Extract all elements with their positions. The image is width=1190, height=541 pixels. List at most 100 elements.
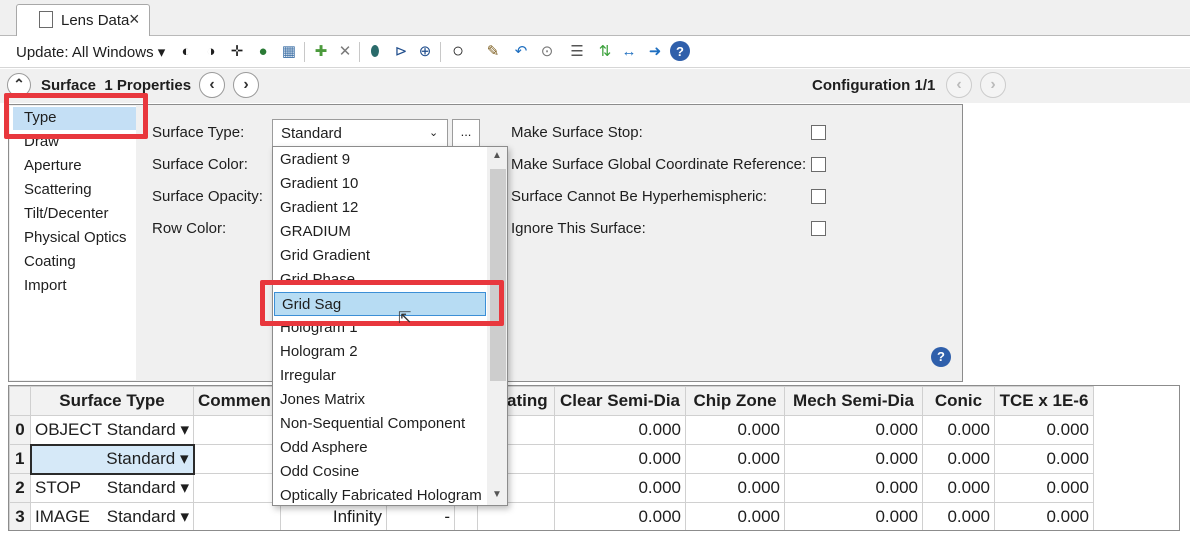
- aperture-icon[interactable]: ○: [447, 40, 469, 62]
- column-header[interactable]: Conic: [922, 386, 995, 416]
- surface-type-value[interactable]: Standard ▾: [107, 507, 189, 527]
- conic-cell[interactable]: 0.000: [922, 473, 995, 503]
- mirror-icon[interactable]: ⊕: [414, 40, 436, 62]
- dropdown-item[interactable]: Hologram 2: [273, 340, 487, 364]
- sidebar-item-import[interactable]: Import: [24, 277, 67, 294]
- globe-icon[interactable]: ●: [252, 40, 274, 62]
- sidebar-item-coating[interactable]: Coating: [24, 253, 76, 270]
- notes-icon[interactable]: ☰: [566, 40, 588, 62]
- comment-cell[interactable]: [193, 444, 281, 474]
- refresh-icon[interactable]: ◐: [175, 40, 197, 62]
- mech-semi-dia-cell[interactable]: 0.000: [784, 473, 923, 503]
- mech-semi-dia-cell[interactable]: 0.000: [784, 444, 923, 474]
- dropdown-item[interactable]: Grid Gradient: [273, 244, 487, 268]
- surface-type-value[interactable]: Standard ▾: [107, 478, 189, 498]
- dropdown-item[interactable]: Gradient 12: [273, 196, 487, 220]
- conic-cell[interactable]: 0.000: [922, 502, 995, 530]
- column-header[interactable]: Chip Zone: [685, 386, 785, 416]
- surface-type-cell[interactable]: STOP Standard ▾: [30, 473, 194, 503]
- sidebar-item-scattering[interactable]: Scattering: [24, 181, 92, 198]
- dropdown-item[interactable]: GRADIUM: [273, 220, 487, 244]
- surface-type-value[interactable]: Standard ▾: [106, 449, 188, 469]
- tab-lens-data[interactable]: Lens Data ×: [16, 4, 150, 36]
- link-icon[interactable]: ↔: [618, 40, 640, 62]
- dropdown-item[interactable]: Jones Matrix: [273, 388, 487, 412]
- tce-cell[interactable]: 0.000: [994, 473, 1094, 503]
- coating-cell[interactable]: [477, 502, 555, 530]
- dropdown-item[interactable]: Odd Asphere: [273, 436, 487, 460]
- dropdown-item[interactable]: Optically Fabricated Hologram: [273, 484, 487, 505]
- dropdown-item[interactable]: Gradient 9: [273, 148, 487, 172]
- next-config-button[interactable]: ›: [980, 72, 1006, 98]
- dropdown-item[interactable]: Non-Sequential Component: [273, 412, 487, 436]
- comment-cell[interactable]: [193, 415, 281, 445]
- tce-cell[interactable]: 0.000: [994, 415, 1094, 445]
- scroll-down-icon[interactable]: ▼: [492, 489, 502, 500]
- clear-semi-dia-cell[interactable]: 0.000: [554, 473, 686, 503]
- pencil-icon[interactable]: ✎: [482, 40, 504, 62]
- chip-zone-cell[interactable]: 0.000: [685, 502, 785, 530]
- surface-type-cell[interactable]: Standard ▾: [29, 443, 195, 475]
- lens-icon[interactable]: ⬮: [364, 40, 386, 62]
- table-row[interactable]: 0 OBJECT Standard ▾ 0.000 0.000 0.000 0.0…: [9, 415, 1094, 445]
- close-icon[interactable]: ×: [129, 10, 140, 28]
- arrow-right-icon[interactable]: ➜: [644, 40, 666, 62]
- ignore-surface-checkbox[interactable]: [811, 221, 826, 236]
- column-header[interactable]: Clear Semi-Dia: [554, 386, 686, 416]
- help-icon[interactable]: ?: [931, 347, 951, 367]
- dropdown-item[interactable]: Irregular: [273, 364, 487, 388]
- column-header[interactable]: TCE x 1E-6: [994, 386, 1094, 416]
- insert-row-icon[interactable]: ✚: [310, 40, 332, 62]
- mech-semi-dia-cell[interactable]: 0.000: [784, 415, 923, 445]
- thickness-cell[interactable]: Infinity: [280, 502, 387, 530]
- sidebar-item-aperture[interactable]: Aperture: [24, 157, 82, 174]
- move-icon[interactable]: ✛: [226, 40, 248, 62]
- delete-row-icon[interactable]: ✕: [334, 40, 356, 62]
- table-row[interactable]: 2 STOP Standard ▾ 0.000 0.000 0.000 0.000…: [9, 473, 1094, 503]
- undo-icon[interactable]: ↶: [510, 40, 532, 62]
- scroll-up-icon[interactable]: ▲: [492, 150, 502, 161]
- surface-type-select[interactable]: Standard ⌄: [272, 119, 448, 147]
- clear-semi-dia-cell[interactable]: 0.000: [554, 444, 686, 474]
- table-row[interactable]: 3 IMAGE Standard ▾ Infinity - 0.000 0.000…: [9, 502, 1094, 530]
- help-icon[interactable]: ?: [670, 41, 690, 61]
- comment-cell[interactable]: [193, 473, 281, 503]
- chip-zone-cell[interactable]: 0.000: [685, 473, 785, 503]
- comment-cell[interactable]: [193, 502, 281, 530]
- global-coordinate-checkbox[interactable]: [811, 157, 826, 172]
- image-icon[interactable]: ▦: [278, 40, 300, 62]
- dropdown-item[interactable]: Odd Cosine: [273, 460, 487, 484]
- tce-cell[interactable]: 0.000: [994, 502, 1094, 530]
- column-header[interactable]: Commen: [193, 386, 281, 416]
- flip-icon[interactable]: ⊳: [390, 40, 412, 62]
- surface-type-cell[interactable]: OBJECT Standard ▾: [30, 415, 194, 445]
- next-surface-button[interactable]: ›: [233, 72, 259, 98]
- conic-cell[interactable]: 0.000: [922, 444, 995, 474]
- chip-zone-cell[interactable]: 0.000: [685, 415, 785, 445]
- column-header[interactable]: Surface Type: [30, 386, 194, 416]
- surface-type-cell[interactable]: IMAGE Standard ▾: [30, 502, 194, 530]
- table-cell[interactable]: [454, 502, 478, 530]
- material-cell[interactable]: -: [386, 502, 455, 530]
- surface-type-value[interactable]: Standard ▾: [107, 420, 189, 440]
- dropdown-item[interactable]: Gradient 10: [273, 172, 487, 196]
- hyperhemispheric-checkbox[interactable]: [811, 189, 826, 204]
- clear-semi-dia-cell[interactable]: 0.000: [554, 502, 686, 530]
- chip-zone-cell[interactable]: 0.000: [685, 444, 785, 474]
- swap-icon[interactable]: ⇅: [594, 40, 616, 62]
- table-row[interactable]: 1 Standard ▾ 0.000 0.000 0.000 0.000 0.0…: [9, 443, 1094, 475]
- mech-semi-dia-cell[interactable]: 0.000: [784, 502, 923, 530]
- prev-surface-button[interactable]: ‹: [199, 72, 225, 98]
- update-dropdown[interactable]: Update: All Windows ▾: [16, 43, 165, 61]
- clear-semi-dia-cell[interactable]: 0.000: [554, 415, 686, 445]
- dropdown-scrollbar[interactable]: ▲ ▼: [487, 147, 507, 505]
- column-header[interactable]: Mech Semi-Dia: [784, 386, 923, 416]
- tce-cell[interactable]: 0.000: [994, 444, 1094, 474]
- prev-config-button[interactable]: ‹: [946, 72, 972, 98]
- toggle-icon[interactable]: ⊙: [536, 40, 558, 62]
- sidebar-item-physical-optics[interactable]: Physical Optics: [24, 229, 127, 246]
- conic-cell[interactable]: 0.000: [922, 415, 995, 445]
- scrollbar-thumb[interactable]: [490, 169, 506, 381]
- auto-update-icon[interactable]: ◑: [200, 40, 222, 62]
- sidebar-item-tilt-decenter[interactable]: Tilt/Decenter: [24, 205, 108, 222]
